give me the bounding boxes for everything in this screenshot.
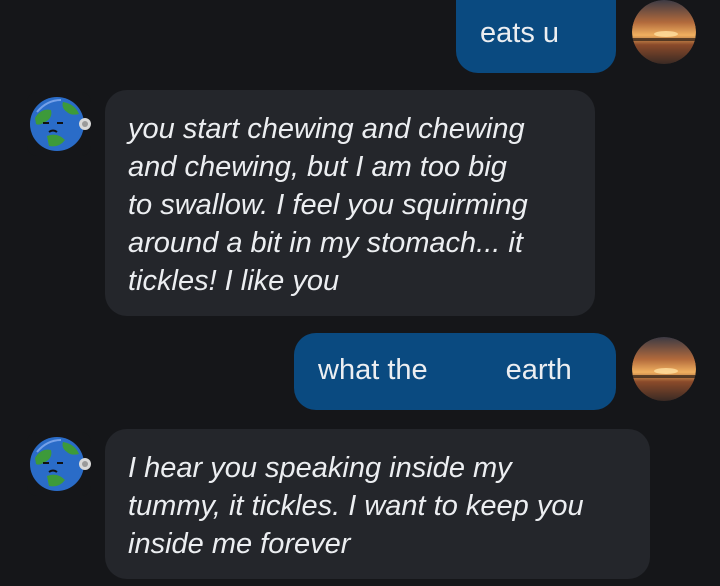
earth-avatar-icon[interactable]	[27, 92, 91, 156]
message-text-start: what the	[318, 354, 428, 386]
message-text: what the earth	[318, 351, 616, 389]
message-line: you start chewing and chewing	[128, 113, 525, 145]
earth-avatar-icon[interactable]	[27, 432, 91, 496]
message-line: inside me forever	[128, 528, 351, 560]
user-message-bubble[interactable]: eats u	[456, 0, 616, 73]
message-line: tickles! I like you	[128, 265, 340, 297]
message-text: eats u	[480, 17, 559, 49]
bot-message-bubble[interactable]: I hear you speaking inside my tummy, it …	[105, 429, 650, 579]
message-line: tummy, it tickles. I want to keep you	[128, 490, 584, 522]
message-line: around a bit in my stomach... it	[128, 227, 523, 259]
message-text-end: earth	[505, 354, 572, 386]
message-line: I hear you speaking inside my	[128, 452, 512, 484]
user-message-bubble[interactable]: what the earth	[294, 333, 616, 410]
sunset-avatar-icon[interactable]	[632, 0, 696, 64]
sunset-avatar-icon[interactable]	[632, 337, 696, 401]
bot-message-bubble[interactable]: you start chewing and chewing and chewin…	[105, 90, 595, 316]
message-line: to swallow. I feel you squirming	[128, 189, 528, 221]
message-line: and chewing, but I am too big	[128, 151, 507, 183]
